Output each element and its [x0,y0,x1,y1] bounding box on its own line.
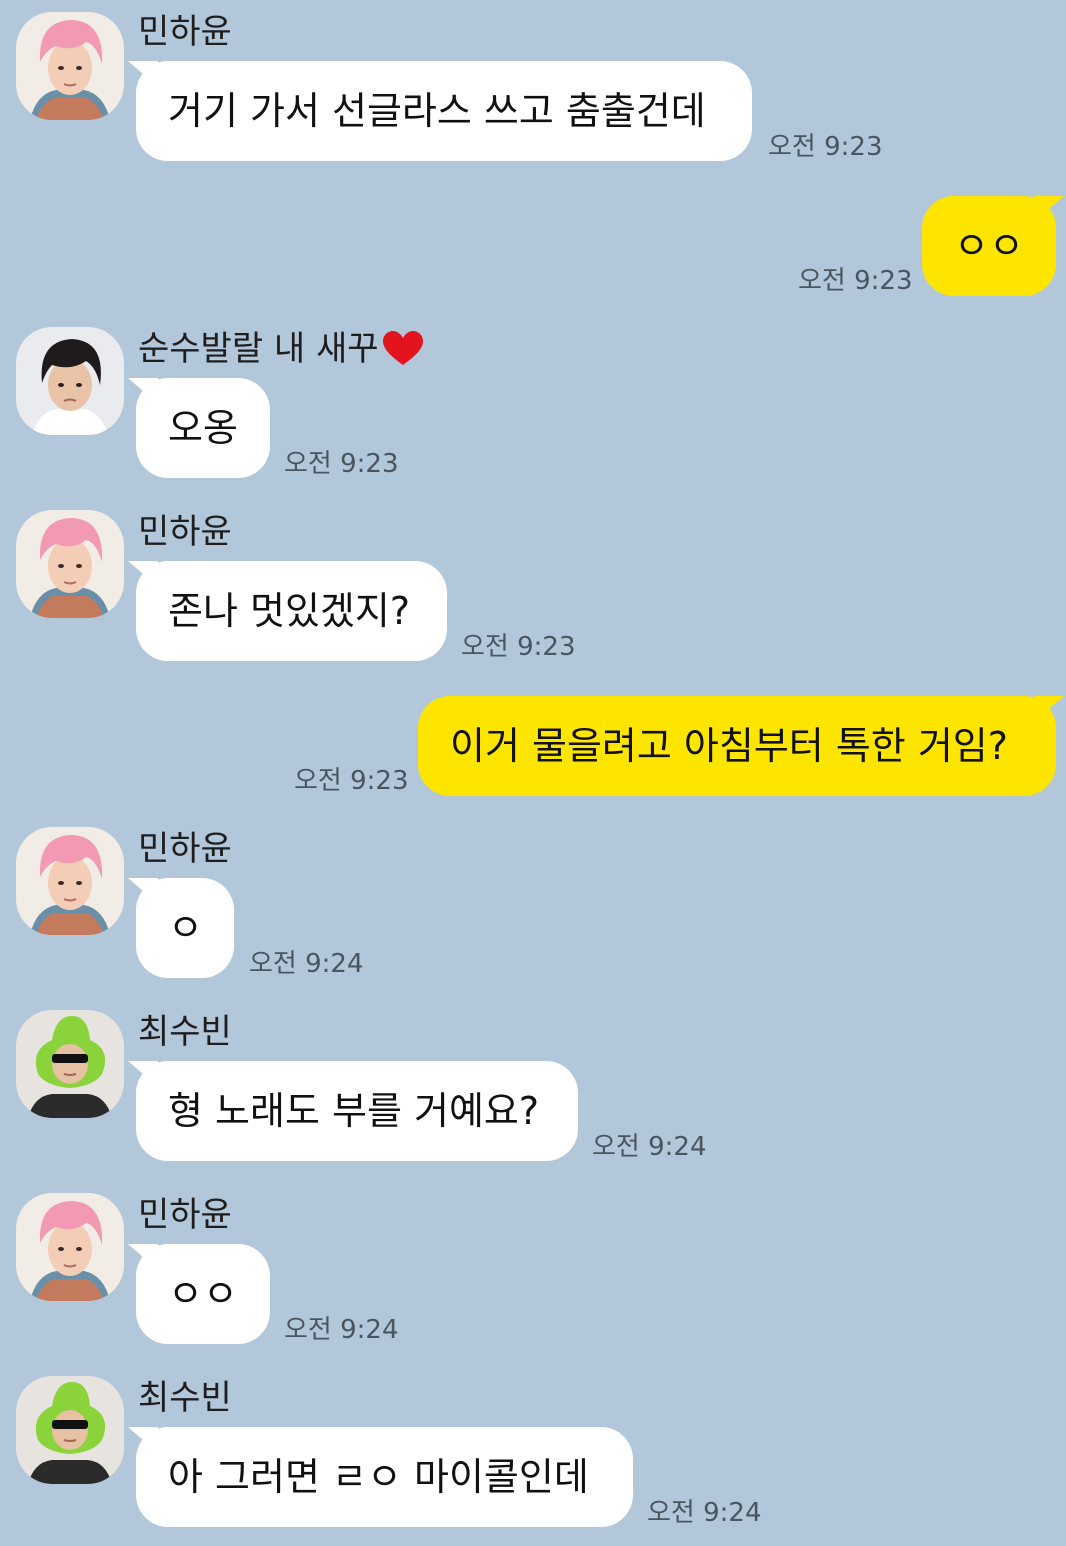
avatar-green-hat[interactable] [16,1010,124,1118]
avatar-pink-hair[interactable] [16,1193,124,1301]
my-message-bubble[interactable]: 이거 물을려고 아침부터 톡한 거임? [418,696,1056,796]
message-bubble[interactable]: ㅇ [136,878,234,978]
avatar-pink-hair[interactable] [16,827,124,935]
sender-name: 최수빈 [138,1012,232,1052]
green-hat-avatar-icon [16,1010,124,1118]
message-bubble[interactable]: 오옹 [136,378,270,478]
green-hat-avatar-icon [16,1376,124,1484]
dark-hair-avatar-icon [16,327,124,435]
sender-name: 민하윤 [138,512,232,552]
avatar-green-hat[interactable] [16,1376,124,1484]
message-time: 오전 9:24 [249,949,364,979]
message-time: 오전 9:23 [798,266,913,296]
message-time: 오전 9:23 [461,632,576,662]
my-message-bubble[interactable]: ㅇㅇ [922,196,1056,296]
chat-room[interactable]: 민하윤 거기 가서 선글라스 쓰고 춤출건데 오전 9:23 ㅇㅇ 오전 9:2… [0,0,1066,1546]
message-time: 오전 9:24 [592,1132,707,1162]
message-time: 오전 9:23 [768,132,883,162]
message-time: 오전 9:23 [294,766,409,796]
sender-name: 민하윤 [138,12,232,52]
avatar-pink-hair[interactable] [16,12,124,120]
sender-name: 민하윤 [138,1195,232,1235]
message-bubble[interactable]: 형 노래도 부를 거예요? [136,1061,578,1161]
pink-hair-avatar-icon [16,1193,124,1301]
avatar-pink-hair[interactable] [16,510,124,618]
avatar-dark-hair[interactable] [16,327,124,435]
message-time: 오전 9:24 [647,1498,762,1528]
sender-name: 순수발랄 내 새꾸 [138,329,425,369]
message-time: 오전 9:23 [284,449,399,479]
sender-name: 최수빈 [138,1378,232,1418]
pink-hair-avatar-icon [16,12,124,120]
pink-hair-avatar-icon [16,827,124,935]
pink-hair-avatar-icon [16,510,124,618]
message-bubble[interactable]: 아 그러면 ㄹㅇ 마이콜인데 [136,1427,633,1527]
message-bubble[interactable]: ㅇㅇ [136,1244,270,1344]
message-time: 오전 9:24 [284,1315,399,1345]
message-bubble[interactable]: 거기 가서 선글라스 쓰고 춤출건데 [136,61,752,161]
message-bubble[interactable]: 존나 멋있겠지? [136,561,447,661]
sender-name: 민하윤 [138,829,232,869]
heart-icon [381,329,425,369]
